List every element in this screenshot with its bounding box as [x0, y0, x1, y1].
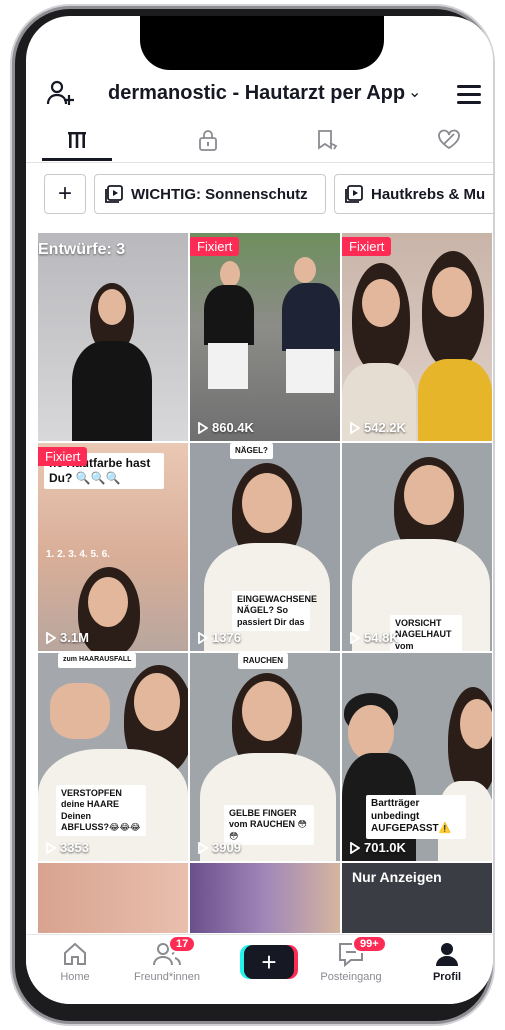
video-tile[interactable]: Fixiert 860.4K	[190, 233, 340, 441]
video-grid: Entwürfe: 3 Fixiert 860.4K Fixiert 542.2…	[38, 233, 492, 933]
video-top-text: zum HAARAUSFALL	[58, 653, 137, 668]
pinned-badge: Fixiert	[190, 237, 240, 256]
account-title[interactable]: dermanostic - Hautarzt per App	[108, 82, 405, 105]
view-count: 542.2K	[350, 420, 406, 435]
video-tile[interactable]: zum HAARAUSFALL VERSTOPFEN deine HAARE D…	[38, 653, 188, 861]
notification-badge: 17	[168, 935, 197, 953]
view-count: 3353	[46, 840, 89, 855]
video-caption: Bartträger unbedingt AUFGEPASST⚠️	[366, 795, 466, 839]
playlist-label: Hautkrebs & Mu	[371, 185, 486, 203]
video-tile[interactable]: Fixiert 542.2K	[342, 233, 492, 441]
tab-reposts[interactable]	[288, 118, 368, 162]
drafts-tile[interactable]: Entwürfe: 3	[38, 233, 188, 441]
tab-liked[interactable]	[409, 118, 489, 162]
profile-icon	[436, 943, 458, 966]
play-icon	[198, 631, 208, 644]
video-tile[interactable]: he Hautfarbe hast Du? 🔍🔍🔍 1. 2. 3. 4. 5.…	[38, 443, 188, 651]
hand-numbers: 1. 2. 3. 4. 5. 6.	[46, 549, 110, 560]
tab-videos[interactable]	[37, 118, 117, 162]
home-icon	[64, 942, 86, 965]
hamburger-menu-icon[interactable]	[457, 85, 481, 104]
nav-profile[interactable]: Profil	[402, 941, 492, 983]
profile-tabs	[26, 118, 493, 162]
play-icon	[46, 631, 56, 644]
nav-inbox[interactable]: Posteingang 99+	[306, 935, 396, 983]
screen: dermanostic - Hautarzt per App ⌄ + WICHT…	[26, 16, 493, 1004]
bottom-navigation: Home Freund*innen 17 + Posteingang 99+ P…	[26, 934, 493, 1004]
heart-icon	[438, 129, 460, 150]
divider	[26, 162, 493, 163]
nav-home[interactable]: Home	[30, 941, 120, 983]
playlist-icon	[345, 185, 363, 203]
playlist-label: WICHTIG: Sonnenschutz	[131, 185, 308, 203]
nav-label: Posteingang	[320, 971, 382, 983]
video-top-text: RAUCHEN	[238, 653, 288, 669]
video-caption: EINGEWACHSENE NÄGEL? So passiert Dir das	[232, 591, 317, 631]
profile-header: dermanostic - Hautarzt per App ⌄	[26, 68, 493, 118]
drafts-label: Entwürfe: 3	[38, 241, 126, 258]
grid-icon	[68, 132, 86, 148]
video-tile[interactable]: RAUCHEN GELBE FINGER vom RAUCHEN 😳😳 3909	[190, 653, 340, 861]
nav-label: Freund*innen	[133, 971, 201, 983]
view-count: 1376	[198, 630, 241, 645]
notification-badge: 99+	[352, 935, 387, 953]
add-user-icon[interactable]	[46, 78, 76, 108]
play-icon	[350, 631, 360, 644]
ads-only-label: Nur Anzeigen	[352, 869, 442, 885]
ads-tile[interactable]: Nur Anzeigen	[342, 863, 492, 933]
view-count: 54.8K	[350, 630, 399, 645]
bookmark-icon	[318, 130, 338, 150]
video-tile[interactable]	[38, 863, 188, 933]
create-button[interactable]: +	[244, 945, 294, 979]
play-icon	[350, 421, 360, 434]
playlist-icon	[105, 185, 123, 203]
video-tile[interactable]: VORSICHT NAGELHAUT vom 54.8K	[342, 443, 492, 651]
chevron-down-icon[interactable]: ⌄	[408, 82, 421, 102]
video-tile[interactable]	[190, 863, 340, 933]
pinned-badge: Fixiert	[342, 237, 392, 256]
playlist-hautkrebs[interactable]: Hautkrebs & Mu	[334, 174, 493, 214]
playlist-sonnenschutz[interactable]: WICHTIG: Sonnenschutz	[94, 174, 326, 214]
video-caption: VERSTOPFEN deine HAARE Deinen ABFLUSS?😂😂…	[56, 785, 146, 836]
playlist-row: + WICHTIG: Sonnenschutz Hautkrebs & Mu	[26, 174, 493, 218]
active-tab-indicator	[42, 158, 112, 161]
video-tile[interactable]: NÄGEL? EINGEWACHSENE NÄGEL? So passiert …	[190, 443, 340, 651]
nav-label: Profil	[432, 971, 462, 983]
video-caption: VORSICHT NAGELHAUT vom	[390, 615, 462, 651]
add-playlist-button[interactable]: +	[44, 174, 86, 214]
view-count: 860.4K	[198, 420, 254, 435]
view-count: 701.0K	[350, 840, 406, 855]
video-caption: GELBE FINGER vom RAUCHEN 😳😳	[224, 805, 314, 845]
view-count: 3.1M	[46, 630, 89, 645]
video-tile[interactable]: Bartträger unbedingt AUFGEPASST⚠️ 701.0K	[342, 653, 492, 861]
video-top-text: NÄGEL?	[230, 443, 273, 459]
view-count: 3909	[198, 840, 241, 855]
lock-icon	[199, 130, 217, 151]
tab-private[interactable]	[168, 118, 248, 162]
play-icon	[350, 841, 360, 854]
play-icon	[46, 841, 56, 854]
pinned-badge: Fixiert	[38, 447, 88, 466]
notch	[140, 16, 384, 70]
play-icon	[198, 841, 208, 854]
nav-friends[interactable]: Freund*innen 17	[122, 935, 212, 983]
nav-label: Home	[60, 971, 90, 983]
play-icon	[198, 421, 208, 434]
